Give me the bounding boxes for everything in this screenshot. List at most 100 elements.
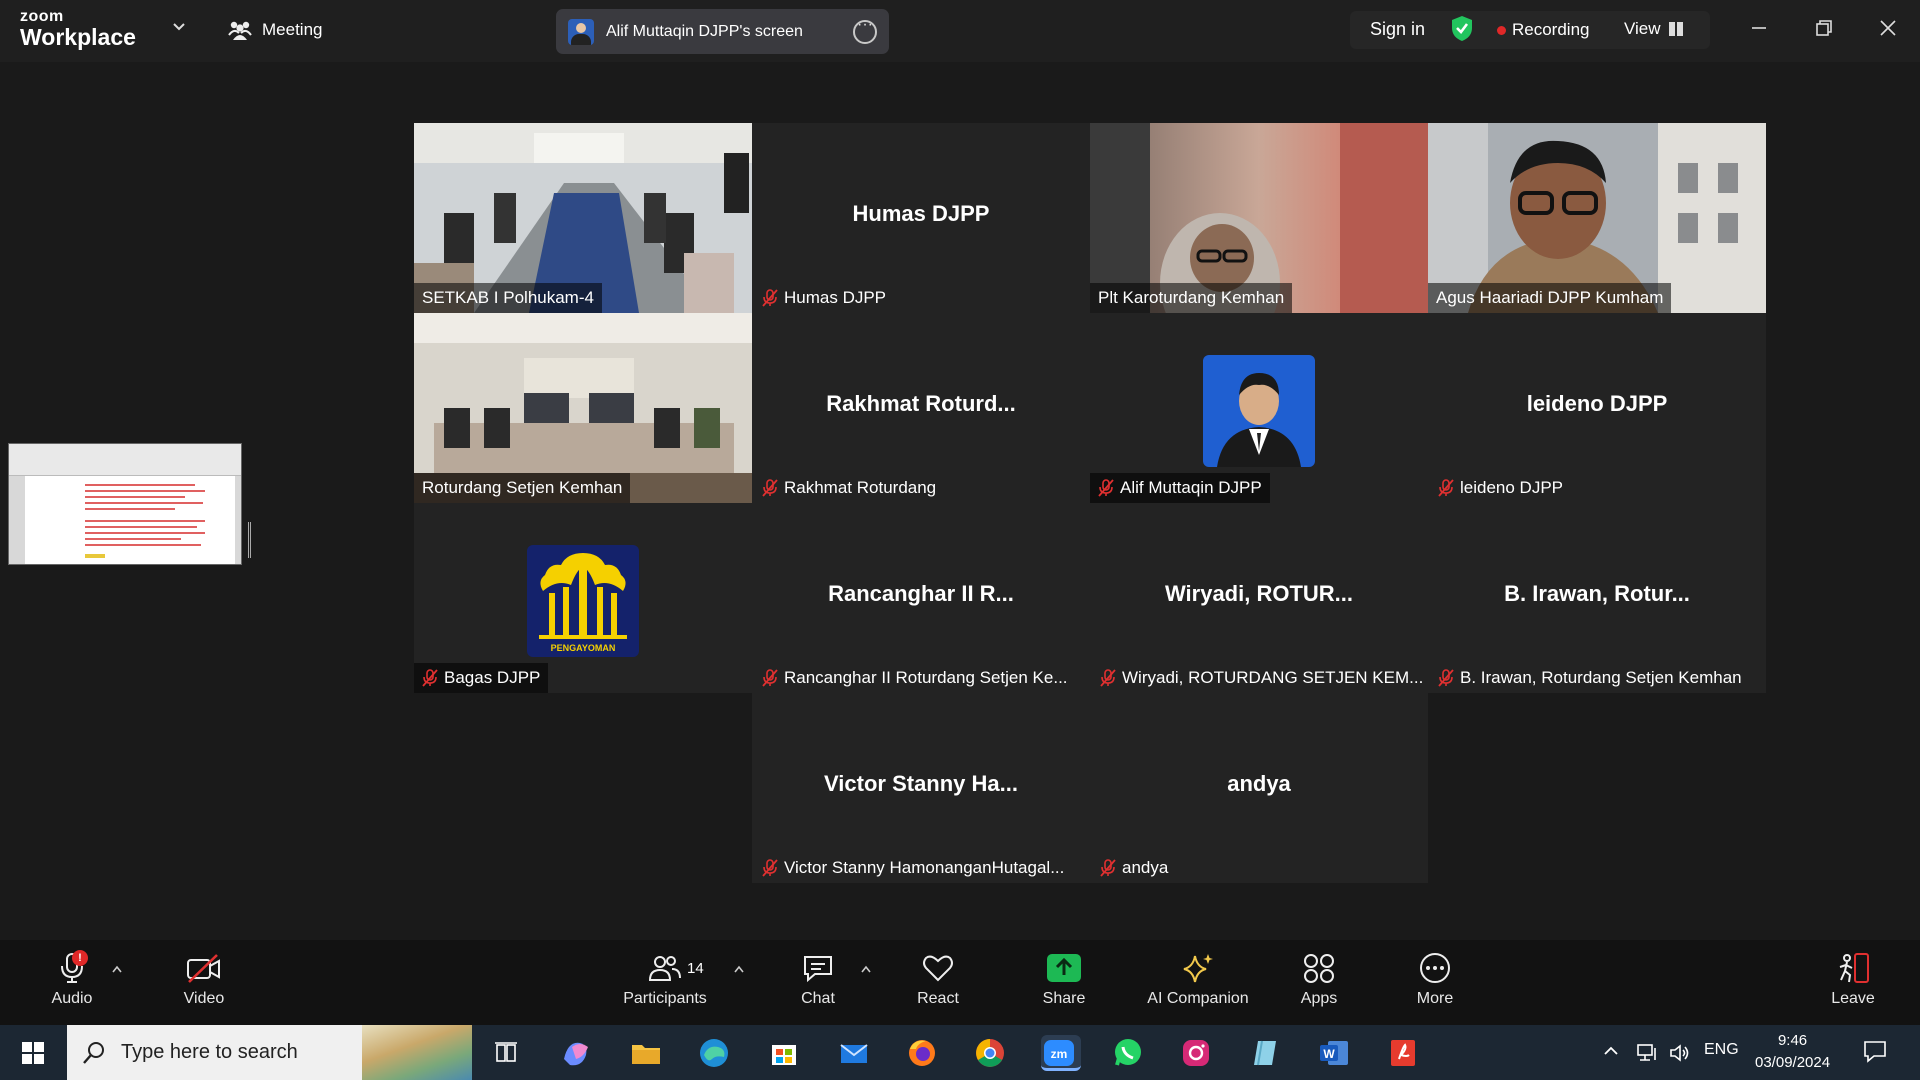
microsoft-store-icon[interactable] (766, 1035, 802, 1071)
chat-button[interactable]: Chat (795, 952, 841, 1008)
volume-icon[interactable] (1668, 1042, 1692, 1064)
participant-display-name: Humas DJPP (852, 201, 990, 226)
participant-tile[interactable]: Roturdang Setjen Kemhan (414, 313, 752, 503)
participant-photo-avatar (1203, 355, 1315, 467)
task-view-icon[interactable] (488, 1035, 524, 1071)
more-label: More (1416, 990, 1454, 1007)
chat-options-caret-icon[interactable] (860, 964, 872, 974)
pengayoman-logo-avatar: PENGAYOMAN (527, 545, 639, 657)
view-button[interactable]: View (1624, 19, 1683, 39)
participant-tile[interactable]: Rancanghar II R... Rancanghar II Roturdan… (752, 503, 1090, 693)
participant-tile[interactable]: Agus Haariadi DJPP Kumham (1428, 123, 1766, 313)
meeting-info-button[interactable]: Meeting (228, 19, 322, 41)
audio-label: Audio (51, 990, 93, 1007)
participant-name: Alif Muttaqin DJPP (1120, 478, 1262, 497)
edge-browser-icon[interactable] (696, 1035, 732, 1071)
video-off-icon (187, 954, 220, 983)
restore-icon[interactable] (1812, 16, 1836, 40)
zoom-app-icon: zm (1044, 1040, 1074, 1066)
participant-tile[interactable]: Victor Stanny Ha... Victor Stanny Hamonan… (752, 693, 1090, 883)
chat-label: Chat (801, 990, 835, 1007)
taskbar-search-box[interactable]: Type here to search (67, 1025, 472, 1080)
recording-indicator[interactable]: Recording (1497, 20, 1590, 40)
notes-app-icon[interactable] (1248, 1035, 1284, 1071)
participant-display-name: andya (1227, 771, 1291, 796)
participant-tile[interactable]: andya andya (1090, 693, 1428, 883)
participant-name-label: Rakhmat Roturdang (752, 473, 944, 503)
video-button[interactable]: Video (174, 952, 234, 1008)
participant-name: Plt Karoturdang Kemhan (1098, 288, 1285, 307)
clock-time: 9:46 (1777, 1032, 1808, 1049)
participant-name: leideno DJPP (1460, 478, 1564, 497)
firefox-icon[interactable] (904, 1035, 940, 1071)
notifications-icon[interactable] (1862, 1038, 1888, 1064)
participant-tile[interactable]: leideno DJPP leideno DJPP (1428, 313, 1766, 503)
title-bar: zoom Workplace Meeting Alif Muttaqin DJP… (0, 0, 1920, 62)
network-icon[interactable] (1635, 1042, 1661, 1064)
participant-name-label: Rancanghar II Roturdang Setjen Ke... (752, 663, 1076, 693)
zoom-taskbar-button[interactable]: zm (1041, 1035, 1081, 1071)
participant-name: Rakhmat Roturdang (784, 478, 937, 497)
participants-group-icon (228, 21, 252, 40)
meeting-toolbar: Audio ! Video Participants 14 Chat React (0, 940, 1920, 1025)
shared-screen-thumbnail[interactable] (8, 443, 242, 565)
participant-tile[interactable]: Alif Muttaqin DJPP (1090, 313, 1428, 503)
ai-companion-label: AI Companion (1147, 990, 1249, 1007)
react-button[interactable]: React (911, 952, 965, 1008)
participants-label: Participants (623, 990, 707, 1007)
screen-share-indicator[interactable]: Alif Muttaqin DJPP's screen (556, 9, 889, 54)
close-icon[interactable] (1876, 16, 1900, 40)
search-highlight-image (362, 1025, 472, 1080)
word-icon[interactable]: W (1316, 1035, 1352, 1071)
participant-name: andya (1122, 858, 1169, 877)
share-button[interactable]: Share (1039, 952, 1089, 1008)
participant-tile[interactable]: B. Irawan, Rotur... B. Irawan, Roturdang … (1428, 503, 1766, 693)
participant-name: B. Irawan, Roturdang Setjen Kemhan (1460, 668, 1742, 687)
svg-text:PENGAYOMAN: PENGAYOMAN (551, 643, 616, 653)
leave-button[interactable]: Leave (1828, 952, 1878, 1008)
heart-icon (923, 955, 953, 982)
instagram-icon[interactable] (1178, 1035, 1214, 1071)
participant-tile[interactable]: Wiryadi, ROTUR... Wiryadi, ROTURDANG SETJ… (1090, 503, 1428, 693)
participant-tile[interactable]: Humas DJPP Humas DJPP (752, 123, 1090, 313)
muted-microphone-icon (1100, 859, 1116, 877)
mail-icon[interactable] (836, 1035, 872, 1071)
apps-button[interactable]: Apps (1297, 952, 1341, 1008)
view-label: View (1624, 19, 1661, 38)
participant-tile[interactable]: Rakhmat Roturd... Rakhmat Roturdang (752, 313, 1090, 503)
more-icon (1420, 953, 1450, 983)
brand-small: zoom (20, 8, 64, 25)
chrome-icon[interactable] (972, 1035, 1008, 1071)
muted-microphone-icon (762, 289, 778, 307)
chevron-down-icon[interactable] (172, 20, 186, 34)
participants-options-caret-icon[interactable] (733, 964, 745, 974)
participant-tile[interactable]: SETKAB I Polhukam-4 (414, 123, 752, 313)
whatsapp-icon[interactable] (1110, 1035, 1146, 1071)
copilot-icon[interactable] (558, 1035, 594, 1071)
grid-view-icon (1668, 22, 1683, 36)
windows-start-icon[interactable] (22, 1042, 44, 1064)
participant-name-label: Bagas DJPP (414, 663, 549, 693)
leave-door-icon (1839, 953, 1869, 983)
participant-tile[interactable]: Plt Karoturdang Kemhan (1090, 123, 1428, 313)
pdf-reader-icon[interactable] (1385, 1035, 1421, 1071)
video-label: Video (183, 990, 225, 1007)
participant-name: SETKAB I Polhukam-4 (422, 288, 594, 307)
participant-name-label: leideno DJPP (1428, 473, 1571, 503)
file-explorer-icon[interactable] (628, 1035, 664, 1071)
more-button[interactable]: More (1413, 952, 1457, 1008)
muted-microphone-icon (422, 669, 438, 687)
sign-in-button[interactable]: Sign in (1370, 19, 1425, 40)
system-clock[interactable]: 9:46 03/09/2024 (1755, 1030, 1830, 1074)
show-hidden-icons-icon[interactable] (1602, 1042, 1620, 1060)
encryption-shield-icon[interactable] (1450, 15, 1474, 42)
audio-options-caret-icon[interactable] (111, 964, 123, 974)
participant-tile[interactable]: PENGAYOMAN Bagas DJPP (414, 503, 752, 693)
search-placeholder: Type here to search (121, 1041, 298, 1063)
share-options-icon[interactable] (853, 16, 877, 44)
language-indicator[interactable]: ENG (1704, 1041, 1739, 1059)
ai-companion-button[interactable]: AI Companion (1141, 952, 1255, 1008)
muted-microphone-icon (762, 479, 778, 497)
panel-resize-handle[interactable] (248, 522, 251, 558)
minimize-icon[interactable] (1747, 16, 1771, 40)
